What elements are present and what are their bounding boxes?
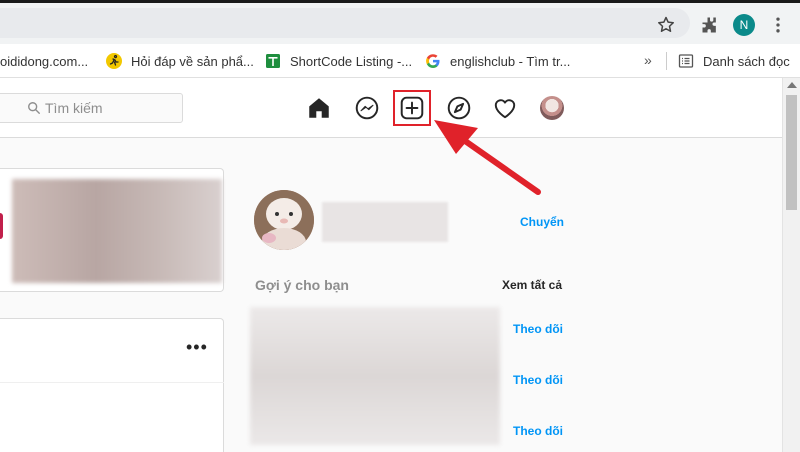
bookmark-item[interactable]: englishclub - Tìm tr... [425, 44, 570, 78]
post-card: ••• [0, 318, 224, 452]
switch-account-link[interactable]: Chuyển [520, 215, 564, 229]
see-all-link[interactable]: Xem tất cả [502, 278, 562, 292]
reading-list-icon [678, 54, 694, 68]
suggestions-blurred-list [250, 307, 500, 445]
red-arrow-annotation [434, 120, 541, 195]
bookmark-item[interactable]: oididong.com... [0, 44, 88, 78]
bookmarks-bar: oididong.com... Hỏi đáp về sản phẩ... Sh… [0, 44, 800, 78]
address-bar[interactable] [0, 8, 690, 38]
bookmarks-overflow-button[interactable]: » [644, 52, 652, 68]
extensions-icon[interactable] [700, 15, 720, 35]
ig-header: Tìm kiếm [0, 78, 782, 138]
avatar-image [254, 190, 314, 250]
search-placeholder: Tìm kiếm [45, 100, 103, 116]
bookmarks-divider [666, 52, 667, 70]
google-icon [426, 54, 440, 68]
suggestions-title: Gợi ý cho bạn [255, 277, 349, 293]
bookmark-item[interactable]: ShortCode Listing -... [265, 44, 412, 78]
bookmark-label: Hỏi đáp về sản phẩ... [131, 53, 254, 69]
scrollbar[interactable] [782, 78, 800, 452]
screen: N oididong.com... Hỏi đáp về sản phẩ... … [0, 0, 800, 452]
menu-icon[interactable] [768, 15, 788, 35]
follow-button[interactable]: Theo dõi [513, 373, 563, 387]
scroll-up-arrow[interactable] [787, 82, 797, 88]
current-user-avatar[interactable] [254, 190, 314, 250]
post-options-button[interactable]: ••• [186, 337, 208, 358]
current-user-name-blurred [322, 202, 448, 242]
stories-card [0, 168, 224, 292]
home-icon[interactable] [306, 95, 332, 121]
search-input[interactable]: Tìm kiếm [0, 93, 183, 123]
follow-button[interactable]: Theo dõi [513, 424, 563, 438]
star-icon[interactable] [656, 15, 676, 35]
bookmark-label: oididong.com... [0, 53, 89, 69]
browser-toolbar: N [0, 0, 800, 44]
profile-avatar[interactable]: N [733, 14, 755, 36]
messenger-icon[interactable] [354, 95, 380, 121]
post-divider [0, 382, 224, 383]
stories-blurred-content [12, 179, 222, 283]
follow-button[interactable]: Theo dõi [513, 322, 563, 336]
reading-list-label: Danh sách đọc [703, 53, 790, 69]
bookmark-item[interactable]: Hỏi đáp về sản phẩ... [106, 44, 254, 78]
scroll-thumb[interactable] [786, 95, 797, 210]
runner-icon [106, 53, 122, 69]
search-icon [28, 102, 40, 114]
story-ring-edge [0, 213, 3, 239]
reading-list-button[interactable]: Danh sách đọc [678, 44, 790, 78]
bookmark-label: ShortCode Listing -... [290, 53, 413, 69]
sheets-icon [266, 54, 280, 68]
bookmark-label: englishclub - Tìm tr... [450, 53, 571, 69]
